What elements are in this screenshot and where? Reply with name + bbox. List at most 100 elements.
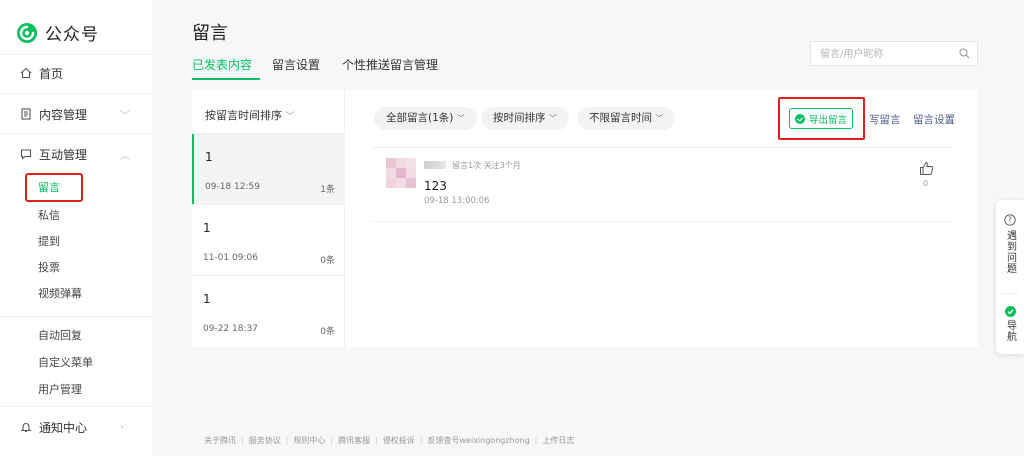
search-icon[interactable]	[959, 48, 970, 59]
filter-sort-label: 按时间排序	[493, 112, 546, 124]
footer-link[interactable]: 服务协议	[249, 436, 281, 445]
list-item-title: 1	[205, 150, 213, 164]
sort-dropdown[interactable]: 按留言时间排序 ﹀	[205, 107, 295, 123]
nav-notice[interactable]: 通知中心 ›	[0, 414, 152, 440]
tab-comment-settings[interactable]: 留言设置	[272, 56, 320, 73]
list-item-date: 09-22 18:37	[203, 324, 258, 334]
list-item-title: 1	[203, 221, 211, 235]
nav-sub-votes[interactable]: 投票	[38, 258, 60, 278]
footer-separator: |	[241, 436, 244, 445]
nav-label: 导航	[1004, 320, 1016, 342]
chevron-down-icon: ﹀	[548, 114, 557, 123]
thumbs-up-icon[interactable]	[919, 161, 934, 176]
export-check-icon	[794, 113, 805, 124]
list-item-date: 11-01 09:06	[203, 253, 258, 263]
article-list: 按留言时间排序 ﹀ 1 09-18 12:59 1条 1 11-01 09:06…	[192, 90, 345, 347]
chevron-down-icon: ﹀	[120, 110, 130, 122]
nav-sub-danmaku[interactable]: 视频弹幕	[38, 284, 82, 304]
search-box	[810, 41, 978, 66]
logo-text: 公众号	[45, 25, 99, 45]
help-button[interactable]: ? 遇到问题	[996, 214, 1024, 274]
sidebar-divider	[0, 406, 152, 407]
sidebar-divider	[0, 93, 152, 94]
bell-icon	[20, 423, 32, 433]
nav-interaction[interactable]: 互动管理 ︿	[0, 141, 152, 167]
sidebar-divider	[0, 54, 152, 55]
nav-home[interactable]: 首页	[0, 60, 152, 86]
export-comments-button[interactable]: 导出留言	[789, 108, 853, 129]
nav-notice-label: 通知中心	[39, 420, 88, 435]
nav-sub-custom-menu[interactable]: 自定义菜单	[38, 353, 93, 373]
footer-link[interactable]: 关于腾讯	[204, 436, 236, 445]
comment-settings-link[interactable]: 留言设置	[913, 112, 955, 127]
filter-time-range[interactable]: 不限留言时间 ﹀	[577, 107, 676, 130]
list-item[interactable]: 1 09-22 18:37 0条	[192, 276, 345, 346]
wechat-logo-icon	[17, 22, 37, 43]
nav-sub-messages[interactable]: 私信	[38, 206, 60, 226]
search-input[interactable]	[820, 46, 950, 62]
filter-all-comments[interactable]: 全部留言(1条) ﹀	[374, 107, 477, 130]
comment-text: 123	[424, 179, 447, 193]
chevron-down-icon: ﹀	[285, 112, 295, 122]
comment-meta: 留言1次 关注3个月	[452, 161, 521, 170]
footer: 关于腾讯 | 服务协议 | 规则中心 | 腾讯客服 | 侵权投诉 | 反馈查号weixingongz…	[204, 435, 574, 446]
nav-sub-user-mgmt[interactable]: 用户管理	[38, 380, 82, 400]
list-item[interactable]: 1 09-18 12:59 1条	[192, 134, 345, 204]
divider	[372, 221, 952, 222]
document-icon	[21, 108, 31, 120]
help-label: 遇到问题	[1004, 230, 1016, 274]
home-icon	[20, 67, 32, 79]
nav-sub-auto-reply[interactable]: 自动回复	[38, 326, 82, 346]
nav-content[interactable]: 内容管理 ﹀	[0, 101, 152, 127]
nav-interaction-label: 互动管理	[39, 147, 88, 162]
chevron-down-icon: ﹀	[456, 114, 465, 123]
nav-content-label: 内容管理	[39, 107, 88, 122]
list-item-count: 0条	[320, 327, 335, 337]
list-item[interactable]: 1 11-01 09:06 0条	[192, 205, 345, 275]
write-comment-link[interactable]: 写留言	[869, 112, 901, 127]
list-item-date: 09-18 12:59	[205, 182, 260, 192]
footer-link[interactable]: 侵权投诉	[383, 436, 415, 445]
sidebar: 公众号 首页 内容管理 ﹀ 互动管理 ︿ 留言 私信 提到 投票 视频弹幕 自动…	[0, 0, 152, 456]
footer-link[interactable]: 规则中心	[293, 436, 325, 445]
chevron-down-icon: ﹀	[655, 114, 664, 123]
like-count: 0	[923, 179, 929, 188]
comments-panel: 按留言时间排序 ﹀ 1 09-18 12:59 1条 1 11-01 09:06…	[192, 90, 978, 347]
sidebar-divider	[0, 133, 152, 134]
footer-separator: |	[534, 436, 538, 445]
question-icon: ?	[1004, 214, 1016, 226]
footer-separator: |	[330, 436, 334, 445]
logo[interactable]: 公众号	[16, 20, 99, 45]
svg-text:?: ?	[1008, 216, 1012, 225]
chevron-up-icon: ︿	[120, 150, 130, 162]
tab-personal-push[interactable]: 个性推送留言管理	[342, 56, 438, 73]
nav-sub-mentions[interactable]: 提到	[38, 232, 60, 252]
highlight-box	[25, 173, 83, 202]
page-title: 留言	[192, 23, 228, 44]
user-name-blurred	[424, 161, 446, 169]
chevron-right-icon: ›	[120, 421, 124, 433]
filter-all-label: 全部留言(1条)	[386, 112, 454, 124]
sort-label: 按留言时间排序	[205, 109, 282, 122]
tab-underline	[192, 78, 260, 80]
sidebar-divider	[0, 316, 152, 317]
nav-home-label: 首页	[39, 66, 64, 81]
list-item-title: 1	[203, 292, 211, 306]
avatar	[386, 158, 416, 188]
footer-separator: |	[285, 436, 289, 445]
list-item-count: 0条	[320, 256, 335, 266]
check-circle-icon	[1004, 306, 1016, 317]
footer-separator: |	[375, 436, 378, 445]
divider	[372, 147, 952, 148]
footer-link[interactable]: 上传日志	[542, 436, 574, 445]
tab-published[interactable]: 已发表内容	[192, 56, 252, 73]
export-label: 导出留言	[808, 114, 847, 126]
footer-link[interactable]: 腾讯客服	[338, 436, 370, 445]
nav-button[interactable]: 导航	[996, 306, 1024, 342]
footer-separator: |	[419, 436, 423, 445]
list-item-count: 1条	[320, 185, 335, 195]
filter-sort-time[interactable]: 按时间排序 ﹀	[481, 107, 569, 130]
divider	[1001, 293, 1019, 294]
filter-time-label: 不限留言时间	[589, 112, 652, 124]
footer-link[interactable]: 反馈查号weixingongzhong	[428, 436, 530, 445]
